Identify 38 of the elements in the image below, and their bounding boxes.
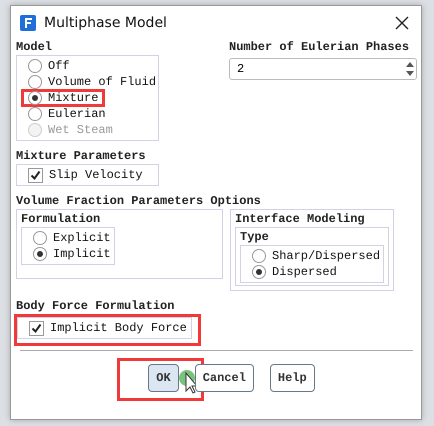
field-label: Number of Eulerian Phases (229, 40, 410, 55)
checkmark-icon (30, 170, 41, 180)
radio-option[interactable]: Explicit (26, 229, 118, 247)
checkbox-option[interactable]: Slip Velocity (21, 166, 150, 184)
section-heading: Volume Fraction Parameters Options (16, 194, 262, 209)
radio-option[interactable]: Sharp/Dispersed (245, 247, 388, 265)
spinner-arrows-icon (404, 60, 416, 78)
group-heading: Formulation (21, 212, 102, 227)
radio-button[interactable] (28, 91, 42, 105)
checkbox-option[interactable]: Implicit Body Force (22, 319, 194, 337)
radio-button[interactable] (28, 75, 42, 89)
checkmark-icon (31, 322, 42, 334)
window-title: Multiphase Model (44, 15, 168, 31)
section-heading: Model (16, 40, 54, 55)
group-heading: Interface Modeling (235, 212, 366, 227)
checkbox[interactable] (28, 168, 43, 182)
checkbox[interactable] (29, 320, 44, 336)
radio-option[interactable]: Off (21, 57, 77, 75)
close-icon (395, 16, 409, 30)
radio-option[interactable]: Implicit (26, 245, 118, 263)
radio-button[interactable] (33, 231, 47, 245)
radio-button[interactable] (33, 247, 47, 261)
radio-option[interactable]: Dispersed (245, 263, 344, 281)
radio-option[interactable]: Volume of Fluid (21, 73, 164, 91)
radio-button[interactable] (252, 265, 266, 279)
dialog-button[interactable]: OK (148, 364, 179, 392)
dialog-button[interactable]: Help (270, 364, 315, 392)
dialog-button[interactable]: Cancel (194, 364, 254, 392)
radio-button[interactable] (28, 59, 42, 73)
app-logo-icon (20, 15, 36, 31)
group-heading: Type (240, 230, 270, 245)
spinner-field[interactable]: 2 (229, 58, 417, 80)
radio-option[interactable]: Eulerian (21, 105, 113, 123)
radio-button[interactable] (28, 107, 42, 121)
section-heading: Mixture Parameters (16, 149, 147, 164)
radio-button[interactable] (252, 249, 266, 263)
section-heading: Body Force Formulation (16, 299, 176, 314)
radio-option[interactable]: Mixture (21, 89, 106, 107)
